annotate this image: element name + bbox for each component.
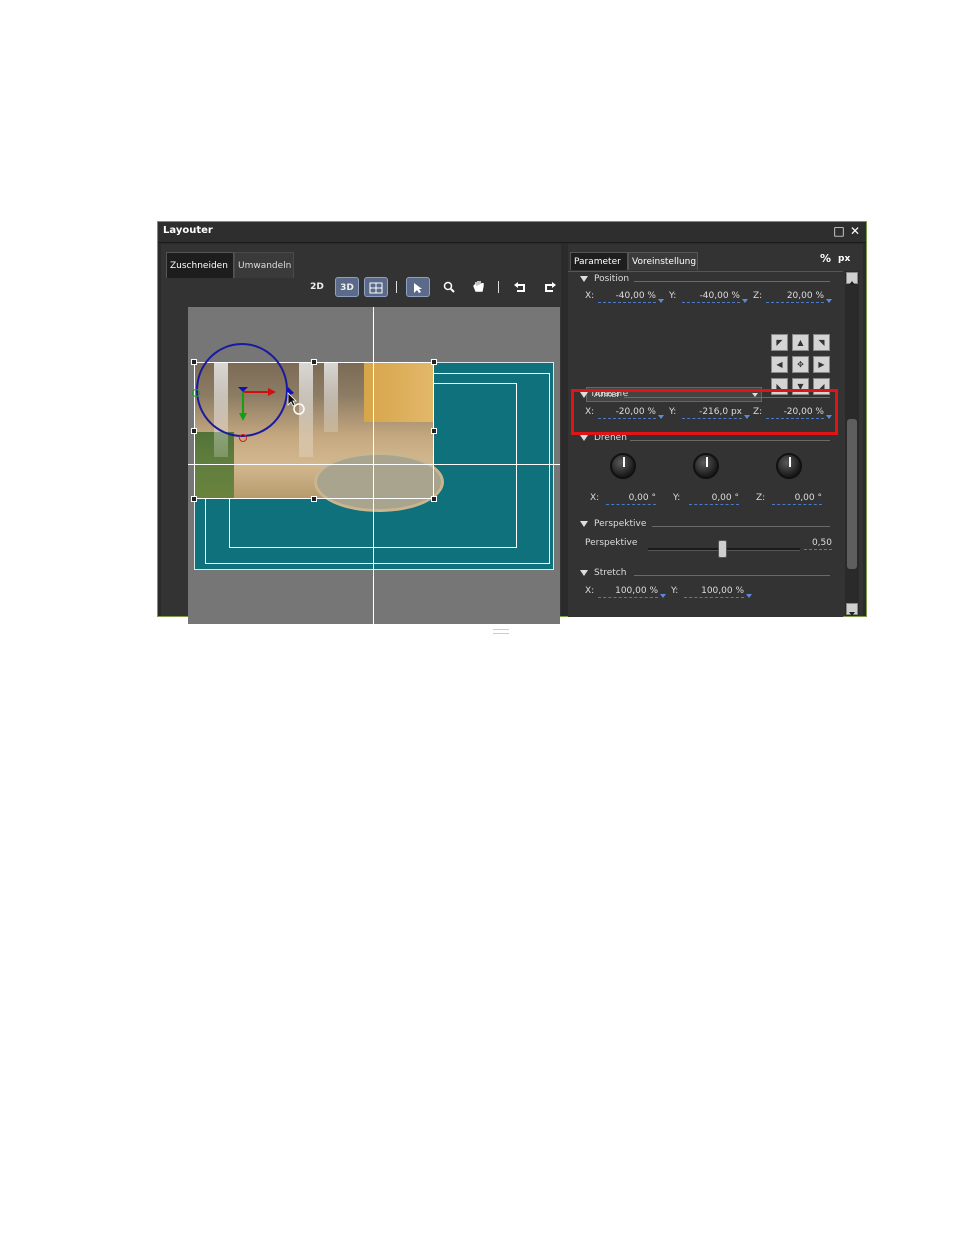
resize-handle[interactable] — [311, 496, 317, 502]
horizontal-center-line — [188, 464, 560, 465]
maximize-icon[interactable]: □ — [832, 224, 846, 238]
section-divider — [634, 575, 830, 576]
rotate-z-field[interactable]: 0,00 ° — [772, 493, 822, 505]
unit-px-button[interactable]: px — [838, 254, 850, 264]
knob-indicator — [706, 457, 708, 467]
display-grid-button[interactable] — [364, 277, 388, 297]
rotate-z-knob[interactable] — [776, 453, 802, 479]
section-position-header[interactable]: Position — [580, 274, 629, 286]
position-y-field[interactable]: -40,00 % — [682, 291, 740, 303]
collapse-triangle-icon — [580, 520, 588, 527]
stretch-x-field[interactable]: 100,00 % — [598, 586, 658, 598]
dropdown-arrow-icon[interactable] — [660, 594, 666, 598]
section-title: Position — [594, 274, 630, 284]
rotate-y-label: Y: — [673, 493, 681, 503]
2d-mode-button[interactable]: 2D — [305, 277, 329, 297]
section-divider — [652, 526, 830, 527]
resize-handle[interactable] — [431, 496, 437, 502]
zoom-icon — [443, 281, 455, 293]
pan-tool-button[interactable] — [467, 277, 491, 297]
collapse-triangle-icon — [580, 569, 588, 576]
section-divider — [630, 440, 830, 441]
dropdown-arrow-icon[interactable] — [742, 299, 748, 303]
collapse-triangle-icon — [580, 275, 588, 282]
move-up-right-button[interactable]: ◥ — [813, 334, 830, 351]
preview-canvas[interactable] — [188, 307, 560, 624]
resize-handle[interactable] — [311, 359, 317, 365]
undo-button[interactable] — [508, 277, 532, 297]
perspektive-slider-thumb[interactable] — [718, 540, 727, 558]
scroll-up-icon[interactable] — [846, 272, 858, 285]
knob-indicator — [789, 457, 791, 467]
resize-handle[interactable] — [191, 359, 197, 365]
stretch-x-label: X: — [585, 586, 595, 596]
panel-splitter[interactable] — [493, 629, 509, 634]
rotate-x-field[interactable]: 0,00 ° — [606, 493, 656, 505]
position-z-field[interactable]: 20,00 % — [766, 291, 824, 303]
tab-voreinstellung[interactable]: Voreinstellung — [628, 252, 698, 270]
display-grid-icon — [369, 282, 383, 294]
position-x-label: X: — [585, 291, 595, 301]
collapse-triangle-icon — [580, 434, 588, 441]
center-button[interactable]: ✥ — [792, 356, 809, 373]
hand-icon — [473, 281, 484, 292]
section-stretch-header[interactable]: Stretch — [580, 568, 626, 580]
parameter-panel: Position X: -40,00 % Y: -40,00 % Z: 20,0… — [568, 271, 843, 617]
stretch-y-field[interactable]: 100,00 % — [684, 586, 744, 598]
3d-mode-button[interactable]: 3D — [335, 277, 359, 297]
axis-handle-icon[interactable] — [239, 434, 247, 442]
vertical-center-line — [373, 307, 374, 624]
position-z-label: Z: — [753, 291, 763, 301]
resize-handle[interactable] — [191, 496, 197, 502]
select-arrow-icon — [414, 283, 422, 293]
rotate-x-label: X: — [590, 493, 600, 503]
unit-percent-button[interactable]: % — [820, 252, 831, 265]
zoom-tool-button[interactable] — [437, 277, 461, 297]
section-divider — [634, 281, 830, 282]
vertical-scrollbar[interactable] — [845, 271, 859, 616]
rotate-x-knob[interactable] — [610, 453, 636, 479]
move-up-button[interactable]: ▲ — [792, 334, 809, 351]
section-title: Perspektive — [594, 519, 647, 529]
preview-pane: Zuschneiden Umwandeln 2D 3D — [161, 244, 562, 634]
resize-handle[interactable] — [431, 359, 437, 365]
rotate-y-knob[interactable] — [693, 453, 719, 479]
toolbar-separator — [498, 281, 499, 293]
section-title: Stretch — [594, 568, 627, 578]
tab-zuschneiden[interactable]: Zuschneiden — [166, 252, 234, 278]
stretch-y-label: Y: — [671, 586, 679, 596]
dropdown-arrow-icon[interactable] — [746, 594, 752, 598]
dropdown-arrow-icon[interactable] — [658, 299, 664, 303]
axis-handle-icon[interactable] — [192, 389, 200, 397]
highlight-box — [571, 389, 838, 435]
close-icon[interactable]: ✕ — [848, 224, 862, 238]
tab-umwandeln[interactable]: Umwandeln — [234, 252, 294, 278]
move-up-left-button[interactable]: ◤ — [771, 334, 788, 351]
resize-handle[interactable] — [431, 428, 437, 434]
move-left-button[interactable]: ◀ — [771, 356, 788, 373]
select-tool-button[interactable] — [406, 277, 430, 297]
scrollbar-thumb[interactable] — [847, 419, 857, 569]
undo-icon — [514, 282, 525, 292]
rotate-z-label: Z: — [756, 493, 766, 503]
section-perspektive-header[interactable]: Perspektive — [580, 519, 646, 531]
knob-indicator — [623, 457, 625, 467]
position-x-field[interactable]: -40,00 % — [598, 291, 656, 303]
title-bar: Layouter □ ✕ — [158, 222, 866, 243]
redo-button[interactable] — [538, 277, 562, 297]
position-y-label: Y: — [669, 291, 677, 301]
perspektive-value-field[interactable]: 0,50 — [804, 538, 832, 550]
dropdown-arrow-icon[interactable] — [826, 299, 832, 303]
move-right-button[interactable]: ▶ — [813, 356, 830, 373]
rotate-y-field[interactable]: 0,00 ° — [689, 493, 739, 505]
scroll-down-icon[interactable] — [846, 603, 858, 616]
perspektive-label: Perspektive — [585, 538, 638, 548]
toolbar-separator — [396, 281, 397, 293]
tab-parameter[interactable]: Parameter — [570, 252, 628, 270]
window-title: Layouter — [163, 225, 213, 236]
redo-icon — [545, 282, 556, 292]
resize-handle[interactable] — [191, 428, 197, 434]
